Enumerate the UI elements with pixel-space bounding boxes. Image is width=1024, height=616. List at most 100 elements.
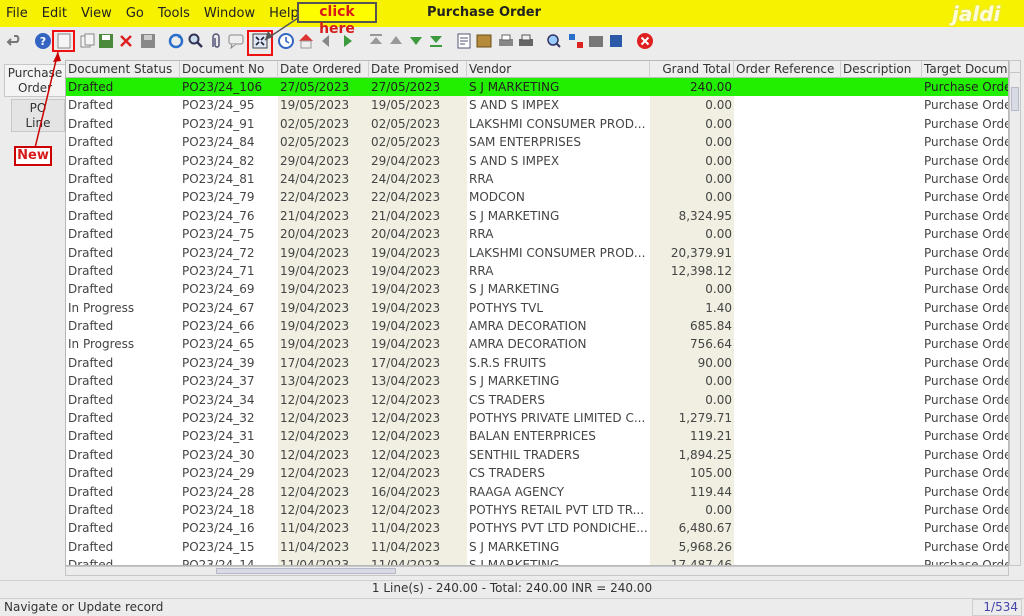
- cell-order-reference[interactable]: [734, 280, 841, 298]
- chat-icon[interactable]: [227, 32, 245, 50]
- cell-description[interactable]: [841, 244, 922, 262]
- cell-order-reference[interactable]: [734, 244, 841, 262]
- print-icon[interactable]: [517, 32, 535, 50]
- cell-grand-total[interactable]: 0.00: [650, 151, 734, 170]
- table-row[interactable]: Drafted PO23/24_32 12/04/2023 12/04/2023 POT…: [66, 409, 1008, 428]
- cell-document-status[interactable]: Drafted: [66, 152, 180, 170]
- cell-vendor[interactable]: LAKSHMI CONSUMER PROD...: [467, 115, 650, 133]
- cell-target-document[interactable]: Purchase Order: [922, 96, 1008, 114]
- cell-description[interactable]: [841, 96, 922, 114]
- archive-icon[interactable]: [475, 32, 493, 50]
- cell-date-promised[interactable]: 12/04/2023: [369, 464, 467, 483]
- cell-vendor[interactable]: CS TRADERS: [467, 464, 650, 482]
- cell-document-no[interactable]: PO23/24_65: [180, 335, 278, 353]
- cell-date-ordered[interactable]: 12/04/2023: [278, 500, 369, 520]
- cell-target-document[interactable]: Purchase Order: [922, 372, 1008, 390]
- cell-description[interactable]: [841, 409, 922, 427]
- cell-document-status[interactable]: Drafted: [66, 409, 180, 427]
- horizontal-scrollbar[interactable]: [65, 566, 1009, 576]
- table-row[interactable]: Drafted PO23/24_18 12/04/2023 12/04/2023 POT…: [66, 500, 1008, 520]
- cell-grand-total[interactable]: 0.00: [650, 225, 734, 244]
- cell-vendor[interactable]: LAKSHMI CONSUMER PROD...: [467, 244, 650, 262]
- cell-order-reference[interactable]: [734, 152, 841, 170]
- find-icon[interactable]: [187, 32, 205, 50]
- cell-order-reference[interactable]: [734, 427, 841, 445]
- cell-order-reference[interactable]: [734, 519, 841, 537]
- cell-target-document[interactable]: Purchase Order: [922, 207, 1008, 225]
- cell-date-promised[interactable]: 19/04/2023: [369, 317, 467, 336]
- cell-grand-total[interactable]: 0.00: [650, 372, 734, 391]
- cell-grand-total[interactable]: 6,480.67: [650, 519, 734, 538]
- cell-order-reference[interactable]: [734, 115, 841, 133]
- cell-date-promised[interactable]: 13/04/2023: [369, 372, 467, 391]
- cell-date-ordered[interactable]: 19/04/2023: [278, 280, 369, 299]
- workflow-icon[interactable]: [587, 32, 605, 50]
- cell-date-ordered[interactable]: 24/04/2023: [278, 169, 369, 189]
- table-row[interactable]: Drafted PO23/24_82 29/04/2023 29/04/2023 S A…: [66, 151, 1008, 170]
- vertical-scroll-thumb[interactable]: [1011, 87, 1019, 111]
- column-header-document-no[interactable]: Document No: [180, 61, 278, 78]
- cell-target-document[interactable]: Purchase Order: [922, 427, 1008, 445]
- cell-vendor[interactable]: S J MARKETING: [467, 207, 650, 225]
- cell-target-document[interactable]: Purchase Order: [922, 280, 1008, 298]
- cell-date-promised[interactable]: 17/04/2023: [369, 353, 467, 373]
- refresh-icon[interactable]: [167, 32, 185, 50]
- cell-description[interactable]: [841, 78, 922, 97]
- column-header-order-reference[interactable]: Order Reference: [734, 61, 841, 78]
- cell-description[interactable]: [841, 188, 922, 206]
- cell-date-ordered[interactable]: 12/04/2023: [278, 445, 369, 465]
- cell-order-reference[interactable]: [734, 207, 841, 225]
- cell-date-ordered[interactable]: 02/05/2023: [278, 114, 369, 134]
- cell-grand-total[interactable]: 0.00: [650, 188, 734, 207]
- cell-vendor[interactable]: S AND S IMPEX: [467, 96, 650, 114]
- help-icon[interactable]: ?: [34, 32, 52, 50]
- cell-date-ordered[interactable]: 12/04/2023: [278, 482, 369, 501]
- product-info-icon[interactable]: [607, 32, 625, 50]
- cell-date-promised[interactable]: 12/04/2023: [369, 409, 467, 428]
- tab-purchase-order[interactable]: Purchase Order: [4, 64, 66, 97]
- cell-date-ordered[interactable]: 20/04/2023: [278, 225, 369, 244]
- cell-order-reference[interactable]: [734, 501, 841, 519]
- table-row[interactable]: Drafted PO23/24_69 19/04/2023 19/04/2023 S J…: [66, 280, 1008, 299]
- cell-description[interactable]: [841, 427, 922, 445]
- cell-target-document[interactable]: Purchase Order: [922, 354, 1008, 372]
- cell-document-status[interactable]: Drafted: [66, 244, 180, 262]
- cell-description[interactable]: [841, 280, 922, 298]
- cell-date-promised[interactable]: 20/04/2023: [369, 225, 467, 244]
- cell-description[interactable]: [841, 133, 922, 151]
- scroll-up-icon[interactable]: [1010, 61, 1020, 73]
- cell-description[interactable]: [841, 519, 922, 537]
- cell-vendor[interactable]: RRA: [467, 225, 650, 243]
- cell-vendor[interactable]: CS TRADERS: [467, 391, 650, 409]
- cell-date-ordered[interactable]: 21/04/2023: [278, 206, 369, 226]
- close-window-icon[interactable]: [636, 32, 654, 50]
- table-row[interactable]: Drafted PO23/24_30 12/04/2023 12/04/2023 SEN…: [66, 445, 1008, 465]
- cell-description[interactable]: [841, 299, 922, 317]
- cell-grand-total[interactable]: 1,894.25: [650, 445, 734, 465]
- cell-date-promised[interactable]: 19/04/2023: [369, 243, 467, 262]
- request-icon[interactable]: [567, 32, 585, 50]
- cell-document-status[interactable]: Drafted: [66, 501, 180, 519]
- horizontal-scroll-thumb[interactable]: [216, 568, 396, 574]
- menu-window[interactable]: Window: [197, 6, 262, 21]
- cell-grand-total[interactable]: 1,279.71: [650, 409, 734, 428]
- undo-icon[interactable]: [6, 32, 24, 50]
- cell-order-reference[interactable]: [734, 538, 841, 556]
- home-icon[interactable]: [297, 32, 315, 50]
- cell-grand-total[interactable]: 0.00: [650, 280, 734, 299]
- cell-date-promised[interactable]: 16/04/2023: [369, 482, 467, 501]
- cell-description[interactable]: [841, 262, 922, 280]
- cell-document-status[interactable]: In Progress: [66, 299, 180, 317]
- cell-order-reference[interactable]: [734, 262, 841, 280]
- cell-document-no[interactable]: PO23/24_91: [180, 115, 278, 133]
- cell-vendor[interactable]: RRA: [467, 170, 650, 188]
- cell-document-status[interactable]: Drafted: [66, 446, 180, 464]
- attachment-icon[interactable]: [207, 32, 225, 50]
- cell-description[interactable]: [841, 446, 922, 464]
- cell-order-reference[interactable]: [734, 446, 841, 464]
- zoom-across-icon[interactable]: [545, 32, 563, 50]
- cell-grand-total[interactable]: 20,379.91: [650, 243, 734, 262]
- cell-document-status[interactable]: Drafted: [66, 427, 180, 445]
- cell-grand-total[interactable]: 0.00: [650, 390, 734, 410]
- cell-order-reference[interactable]: [734, 464, 841, 482]
